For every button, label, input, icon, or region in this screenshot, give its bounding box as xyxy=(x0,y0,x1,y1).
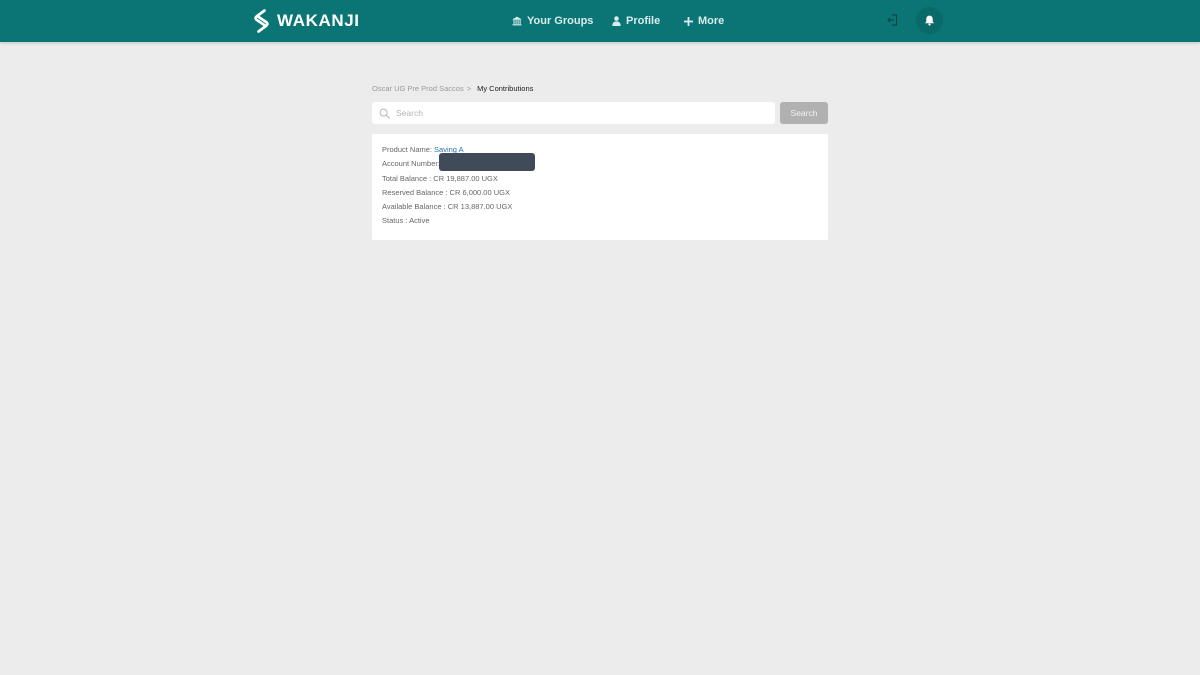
account-number-label: Account Number: xyxy=(382,158,440,168)
brand-logo[interactable]: WAKANJI xyxy=(252,9,360,33)
search-bar xyxy=(372,102,775,124)
brand-name: WAKANJI xyxy=(277,11,360,30)
plus-icon xyxy=(684,16,693,26)
breadcrumb-separator: > xyxy=(466,83,472,93)
top-navbar: WAKANJI Your Groups Profile More xyxy=(0,0,1200,42)
nav-more-label: More xyxy=(698,15,725,27)
account-status: Status : Active xyxy=(382,215,430,225)
logout-icon xyxy=(887,14,898,26)
contribution-card[interactable]: Product Name: Saving A Account Number: T… xyxy=(372,134,828,240)
reserved-balance: Reserved Balance : CR 6,000.00 UGX xyxy=(382,187,510,197)
breadcrumb-group-link[interactable]: Oscar UG Pre Prod Saccos xyxy=(372,84,464,93)
nav-your-groups-label: Your Groups xyxy=(527,15,594,27)
available-balance: Available Balance : CR 13,887.00 UGX xyxy=(382,201,513,211)
search-button[interactable]: Search xyxy=(780,102,828,124)
account-number-row: Account Number: xyxy=(382,157,440,169)
total-balance: Total Balance : CR 19,887.00 UGX xyxy=(382,173,498,183)
nav-your-groups[interactable]: Your Groups xyxy=(512,13,593,29)
search-icon xyxy=(373,102,395,124)
search-input[interactable] xyxy=(395,103,775,123)
nav-profile-label: Profile xyxy=(626,15,661,27)
bank-icon xyxy=(512,16,522,26)
nav-more[interactable]: More xyxy=(684,13,724,29)
account-number-redaction xyxy=(439,153,535,171)
nav-profile[interactable]: Profile xyxy=(612,13,660,29)
wakanji-logo-icon xyxy=(254,9,269,33)
user-icon xyxy=(612,16,621,26)
product-name-label: Product Name: xyxy=(382,144,433,154)
bell-icon xyxy=(925,15,934,26)
logout-button[interactable] xyxy=(884,11,902,29)
breadcrumb: Oscar UG Pre Prod Saccos > My Contributi… xyxy=(372,82,533,94)
breadcrumb-current: My Contributions xyxy=(477,83,534,93)
notifications-button[interactable] xyxy=(916,7,943,34)
